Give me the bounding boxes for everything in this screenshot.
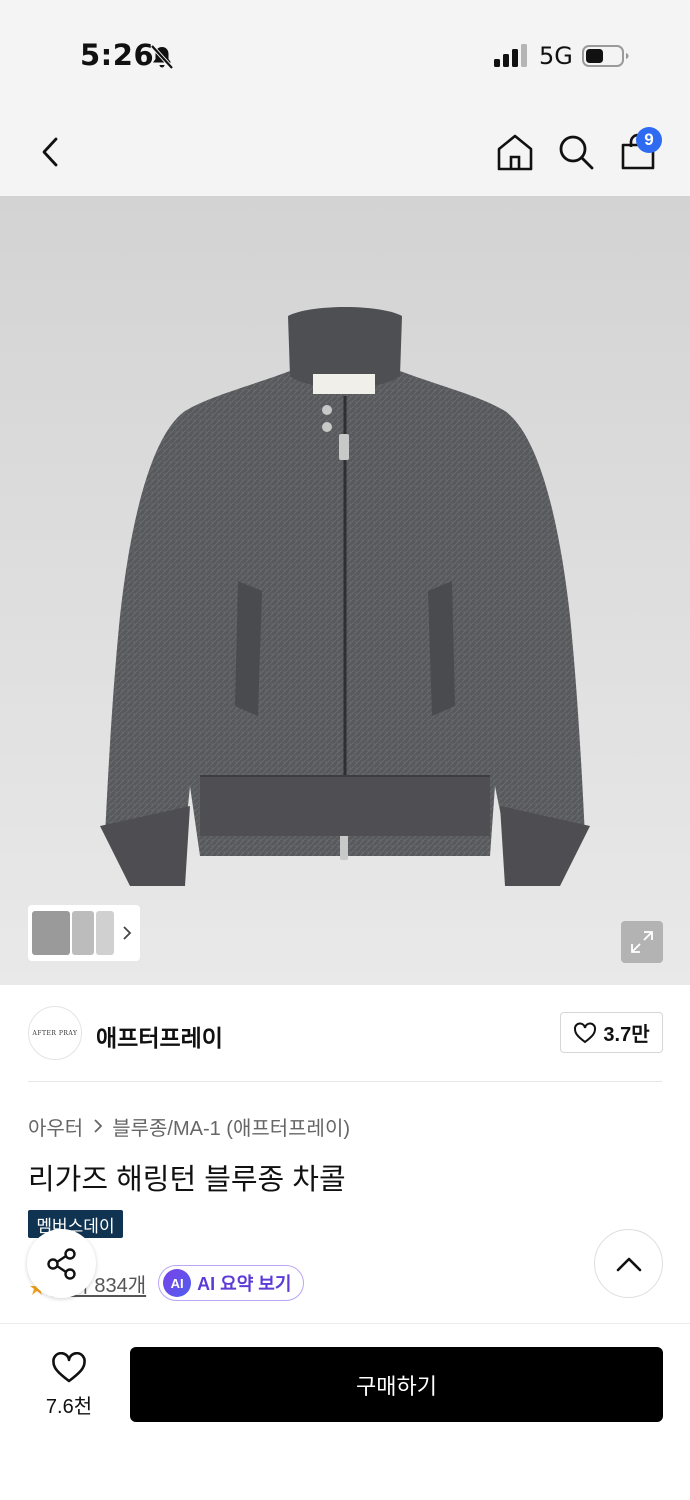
brand-logo[interactable]: AFTER PRAY bbox=[28, 1006, 82, 1060]
back-button[interactable] bbox=[28, 130, 72, 174]
ai-summary-button[interactable]: AI AI 요약 보기 bbox=[158, 1265, 305, 1301]
brand-like-button[interactable]: 3.7만 bbox=[560, 1012, 663, 1053]
share-button[interactable] bbox=[27, 1229, 96, 1298]
battery-icon bbox=[582, 45, 629, 67]
brand-like-count: 3.7만 bbox=[603, 1024, 650, 1046]
buy-button[interactable]: 구매하기 bbox=[130, 1347, 663, 1422]
brand-name[interactable]: 애프터프레이 bbox=[96, 1019, 223, 1053]
breadcrumb: 아우터 블루종/MA-1 (애프터프레이) bbox=[28, 1112, 350, 1140]
share-icon bbox=[46, 1247, 76, 1280]
bell-off-icon bbox=[150, 44, 174, 70]
bottom-action-bar: 7.6천 구매하기 bbox=[0, 1323, 690, 1500]
wishlist-count: 7.6천 bbox=[45, 1396, 93, 1418]
cart-count-badge: 9 bbox=[636, 127, 662, 153]
home-icon bbox=[497, 134, 533, 171]
breadcrumb-item[interactable]: 아우터 bbox=[28, 1112, 83, 1141]
thumbnail[interactable] bbox=[96, 911, 114, 955]
thumbnail-strip[interactable] bbox=[28, 905, 140, 961]
thumbnail[interactable] bbox=[72, 911, 94, 955]
search-button[interactable] bbox=[554, 130, 598, 174]
product-image-gallery[interactable] bbox=[0, 196, 690, 985]
home-button[interactable] bbox=[493, 130, 537, 174]
breadcrumb-item[interactable]: 블루종/MA-1 (애프터프레이) bbox=[112, 1112, 350, 1141]
chevron-right-icon[interactable] bbox=[120, 926, 134, 940]
signal-icon bbox=[494, 44, 527, 67]
chevron-up-icon bbox=[616, 1257, 641, 1271]
network-label: 5G bbox=[539, 42, 573, 70]
product-image bbox=[100, 307, 590, 886]
expand-icon bbox=[631, 931, 653, 953]
status-bar: 5:26 5G bbox=[0, 0, 690, 110]
divider bbox=[28, 1081, 662, 1082]
brand-row[interactable]: AFTER PRAY 애프터프레이 3.7만 bbox=[0, 985, 690, 1082]
back-icon bbox=[42, 137, 58, 167]
product-title: 리가즈 해링턴 블루종 차콜 bbox=[28, 1164, 346, 1196]
top-nav-bar bbox=[0, 110, 690, 196]
heart-icon bbox=[574, 1021, 597, 1043]
search-icon bbox=[559, 135, 594, 170]
heart-icon bbox=[52, 1352, 86, 1383]
wishlist-button[interactable]: 7.6천 bbox=[36, 1352, 102, 1422]
ai-summary-label: AI 요약 보기 bbox=[197, 1274, 292, 1294]
ai-icon: AI bbox=[163, 1269, 192, 1297]
chevron-right-icon bbox=[93, 1119, 103, 1133]
expand-image-button[interactable] bbox=[621, 921, 663, 963]
thumbnail[interactable] bbox=[32, 911, 70, 955]
status-time: 5:26 bbox=[80, 38, 155, 72]
scroll-top-button[interactable] bbox=[594, 1229, 663, 1298]
